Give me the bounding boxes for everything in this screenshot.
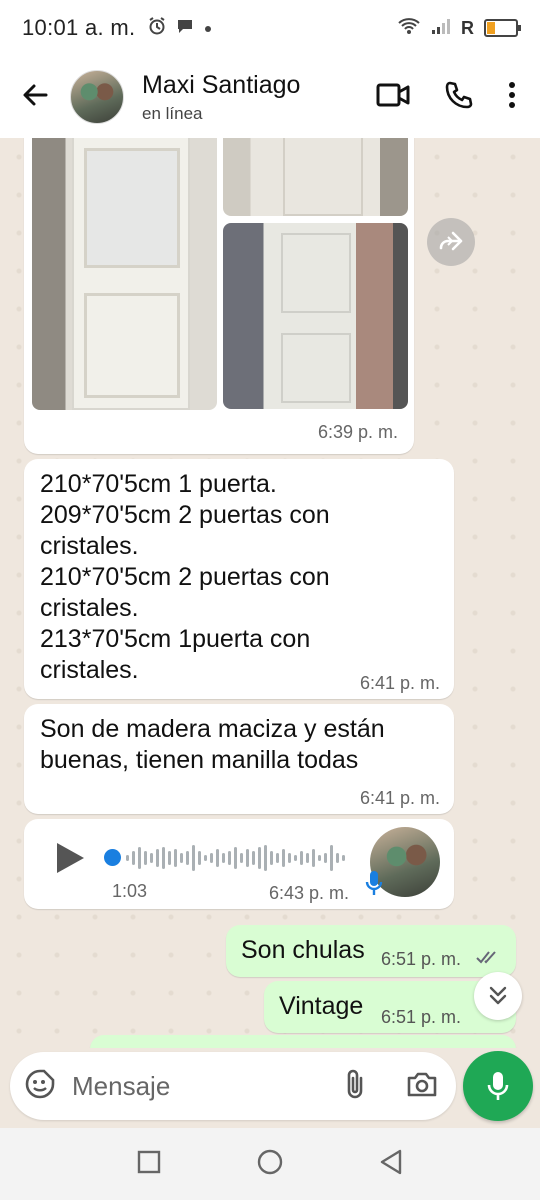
sticker-icon (25, 1069, 55, 1098)
message-input-bar[interactable]: Mensaje (10, 1052, 456, 1120)
status-time: 10:01 a. m. (22, 15, 136, 40)
voice-time: 6:43 p. m. (269, 883, 350, 903)
scroll-to-bottom-button[interactable] (474, 972, 522, 1020)
message-time: 6:51 p. m. (381, 1007, 462, 1027)
contact-info[interactable]: Maxi Santiago en línea (142, 71, 300, 124)
message-dimensions[interactable]: 210*70'5cm 1 puerta. 209*70'5cm 2 puerta… (24, 459, 454, 699)
back-button[interactable] (0, 56, 70, 138)
message-input[interactable]: Mensaje (72, 1071, 170, 1102)
message-wood-quality[interactable]: Son de madera maciza y están buenas, tie… (24, 704, 454, 814)
photo-album-bubble[interactable]: 6:39 p. m. (24, 138, 414, 454)
chat-header: Maxi Santiago en línea (0, 56, 540, 138)
message-time: 6:41 p. m. (359, 788, 440, 808)
wifi-icon (397, 16, 421, 41)
system-nav-bar (0, 1128, 540, 1200)
mic-icon (487, 1072, 509, 1100)
message-time: 6:41 p. m. (359, 673, 440, 693)
more-vert-icon (509, 81, 515, 108)
circle-icon (257, 1149, 283, 1174)
voice-waveform[interactable] (124, 841, 354, 875)
voice-call-button[interactable] (444, 80, 474, 115)
chat-area[interactable]: 6:39 p. m. 210*70'5cm 1 puerta. 209*70'5… (0, 138, 540, 1048)
battery-icon (484, 19, 521, 37)
back-nav-button[interactable] (379, 1149, 403, 1180)
contact-avatar[interactable] (70, 70, 124, 124)
emoji-button[interactable] (24, 1068, 56, 1105)
voice-progress-dot[interactable] (104, 849, 121, 866)
roaming-letter: R (461, 17, 474, 38)
dot-icon (203, 18, 213, 39)
phone-icon (445, 81, 473, 108)
attach-button[interactable] (344, 1068, 366, 1105)
camera-icon (407, 1072, 437, 1096)
voice-record-button[interactable] (463, 1051, 533, 1121)
photo-door-2[interactable] (223, 138, 408, 216)
play-button[interactable] (54, 841, 86, 880)
paperclip-icon (347, 1069, 363, 1098)
read-ticks-icon (476, 949, 502, 970)
chevron-double-down-icon (489, 986, 507, 1005)
recent-apps-button[interactable] (137, 1150, 161, 1179)
triangle-back-icon (380, 1149, 401, 1174)
chat-notification-icon (175, 16, 195, 41)
contact-name: Maxi Santiago (142, 70, 301, 99)
message-text: 210*70'5cm 1 puerta. 209*70'5cm 2 puerta… (40, 470, 330, 684)
message-time: 6:51 p. m. (381, 949, 462, 969)
camera-button[interactable] (406, 1070, 438, 1103)
mic-badge-icon (364, 869, 384, 902)
square-icon (138, 1150, 161, 1173)
home-button[interactable] (256, 1148, 284, 1181)
voice-message-bubble[interactable]: 1:03 6:43 p. m. (24, 819, 454, 909)
contact-status: en línea (142, 103, 203, 123)
video-call-icon (376, 83, 410, 106)
outgoing-message-partial[interactable] (90, 1035, 516, 1048)
more-options-button[interactable] (508, 81, 516, 114)
play-icon (57, 843, 84, 873)
message-text: Vintage (279, 992, 364, 1020)
photo-door-3[interactable] (223, 223, 408, 409)
video-call-button[interactable] (376, 82, 410, 113)
message-text: Son chulas (241, 936, 365, 964)
outgoing-message[interactable]: Son chulas 6:51 p. m. (226, 925, 516, 977)
photo-door-1[interactable] (32, 138, 217, 410)
status-bar: 10:01 a. m. R (0, 0, 540, 56)
voice-duration: 1:03 (112, 881, 148, 901)
alarm-icon (147, 16, 167, 41)
forward-icon (439, 231, 463, 251)
signal-icon (431, 17, 451, 40)
arrow-left-icon (21, 81, 49, 114)
message-text: Son de madera maciza y están buenas, tie… (40, 715, 385, 774)
forward-button[interactable] (427, 218, 475, 266)
photo-album-time: 6:39 p. m. (317, 422, 398, 442)
